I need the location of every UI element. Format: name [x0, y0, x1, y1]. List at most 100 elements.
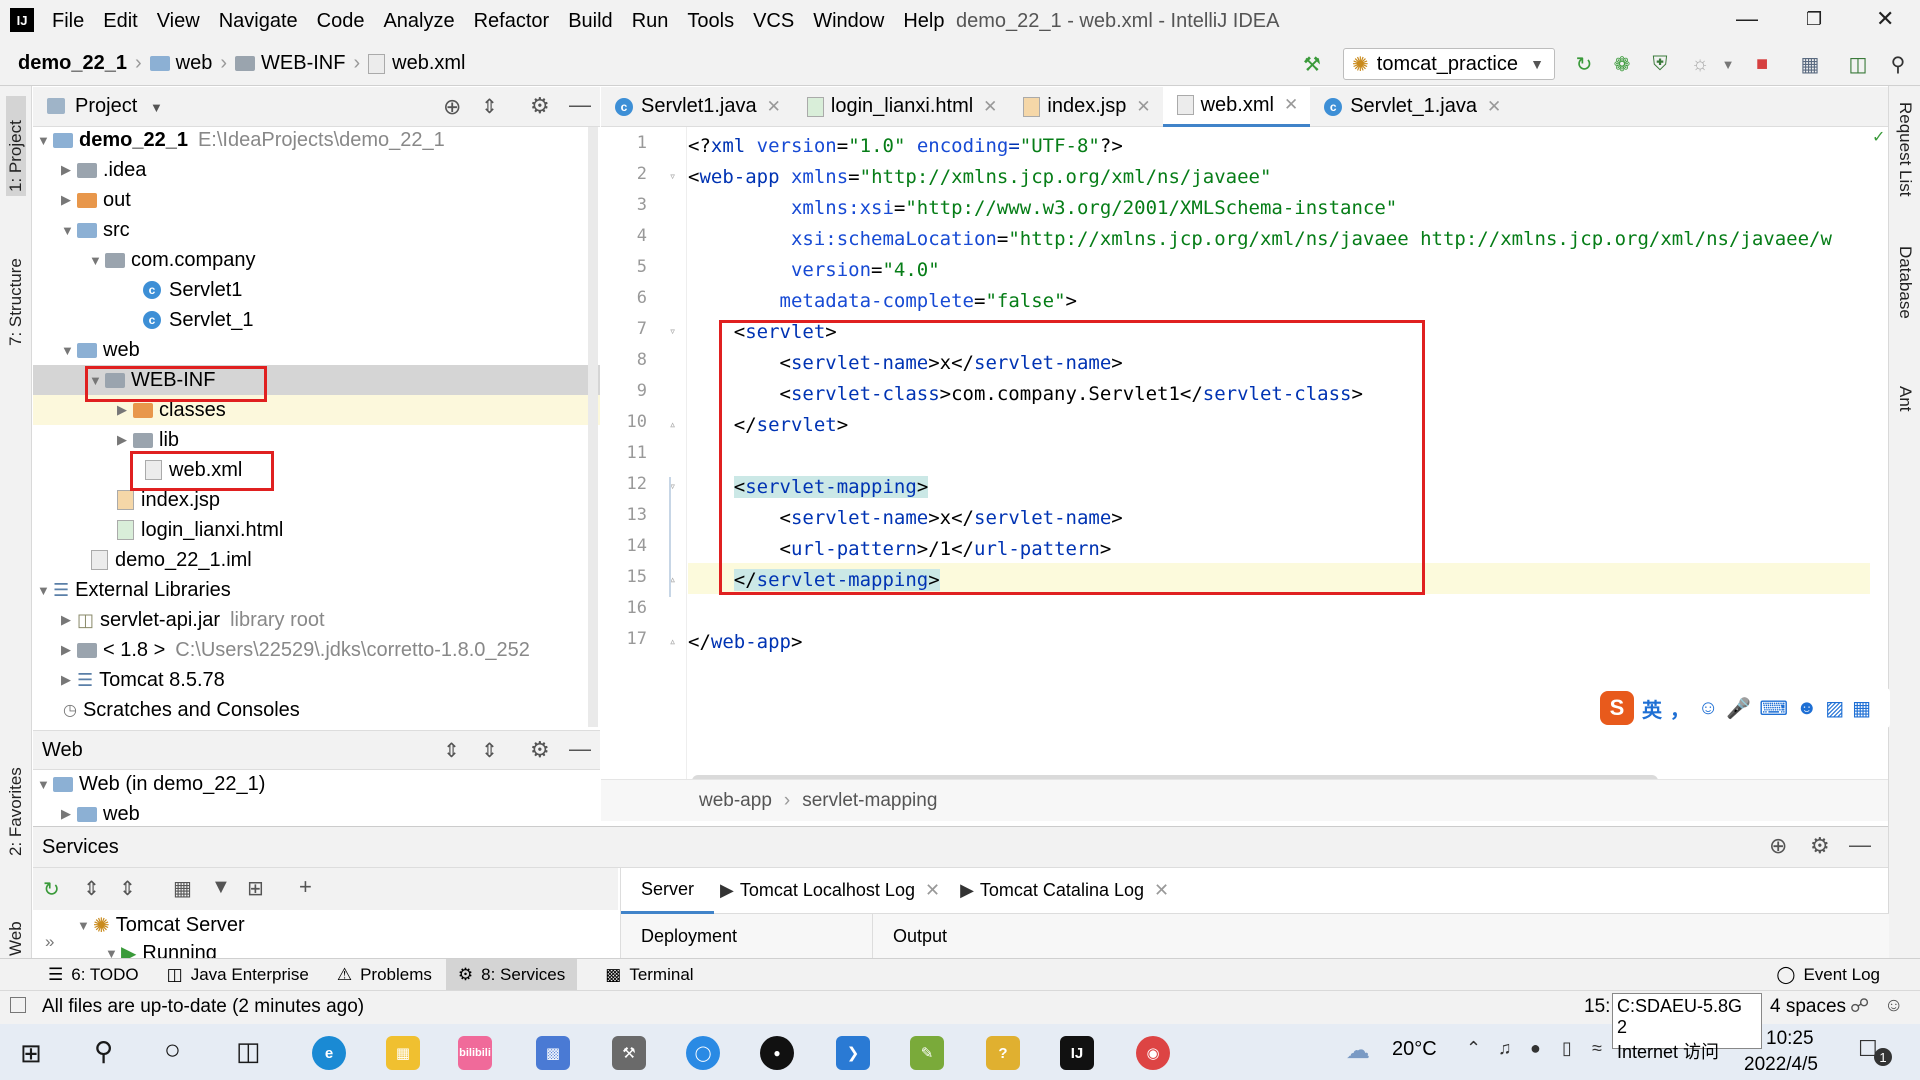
app-window-icon[interactable]: ▩: [536, 1036, 570, 1070]
ant-tool-button[interactable]: Ant: [1895, 386, 1915, 412]
gear-icon[interactable]: ⚙: [530, 93, 550, 119]
lock-icon[interactable]: ☍: [1850, 995, 1869, 1018]
code-line[interactable]: <url-pattern>/1</url-pattern>: [688, 534, 1112, 565]
fold-marker-icon[interactable]: ▿: [669, 169, 676, 183]
collapse-all-icon[interactable]: ⇕: [481, 94, 498, 119]
code-line[interactable]: </web-app>: [688, 627, 802, 658]
coverage-icon[interactable]: ⛨: [1648, 52, 1672, 76]
tab-tomcat-catalina-log[interactable]: Tomcat Catalina Log: [980, 880, 1144, 901]
crumb-web-app[interactable]: web-app: [699, 790, 772, 812]
web-tool-button[interactable]: Web: [6, 876, 26, 956]
tree-node-index-jsp[interactable]: index.jsp: [117, 485, 220, 515]
problems-tool-button[interactable]: ⚠ Problems: [337, 965, 432, 985]
code-line[interactable]: <web-app xmlns="http://xmlns.jcp.org/xml…: [688, 162, 1271, 193]
menu-tools[interactable]: Tools: [687, 10, 734, 33]
help-icon[interactable]: ?: [986, 1036, 1020, 1070]
chevron-down-icon[interactable]: ▼: [1716, 52, 1740, 76]
ime-language-toggle[interactable]: 英: [1642, 694, 1662, 723]
minimize-icon[interactable]: —: [1736, 6, 1758, 32]
close-tab-icon[interactable]: ✕: [983, 97, 997, 117]
code-line[interactable]: <servlet>: [688, 317, 837, 348]
bilibili-icon[interactable]: bilibili: [458, 1036, 492, 1070]
collapse-all-icon[interactable]: ⇕: [481, 738, 498, 763]
tree-node-out[interactable]: ▶ out: [61, 185, 131, 215]
services-window-icon[interactable]: ◫: [1846, 52, 1870, 76]
tab-server[interactable]: Server: [621, 868, 715, 914]
emoji-icon[interactable]: ☺: [1698, 697, 1718, 720]
debug-bug-icon[interactable]: ❁: [1610, 52, 1634, 76]
close-tab-icon[interactable]: ✕: [1487, 97, 1501, 117]
fold-marker-icon[interactable]: ▵: [669, 634, 676, 648]
request-list-tool-button[interactable]: Request List: [1895, 102, 1915, 197]
crumb-servlet-mapping[interactable]: servlet-mapping: [802, 790, 937, 812]
inspector-icon[interactable]: ☺: [1884, 995, 1903, 1017]
tab-login-lianxi-html[interactable]: login_lianxi.html ✕: [793, 87, 1010, 127]
crumb-web-xml[interactable]: web.xml: [392, 52, 465, 75]
battery-icon[interactable]: ▯: [1562, 1038, 1572, 1059]
user-icon[interactable]: ☻: [1796, 697, 1817, 720]
code-line[interactable]: <servlet-class>com.company.Servlet1</ser…: [688, 379, 1363, 410]
build-hammer-icon[interactable]: ⚒: [1300, 52, 1324, 76]
close-tab-icon[interactable]: ✕: [925, 880, 940, 901]
expand-all-icon[interactable]: ⇕: [83, 876, 100, 901]
tree-node-package[interactable]: ▼ com.company: [89, 245, 256, 275]
sogou-logo-icon[interactable]: S: [1600, 691, 1634, 725]
tree-node-web-xml[interactable]: web.xml: [145, 455, 242, 485]
tree-node-servlet-1[interactable]: c Servlet_1: [143, 305, 254, 335]
tree-node-jdk[interactable]: ▶ < 1.8 > C:\Users\22529\.jdks\corretto-…: [61, 635, 530, 665]
notepad-icon[interactable]: ✎: [910, 1036, 944, 1070]
restore-icon[interactable]: ❐: [1806, 9, 1822, 30]
web-tree-root[interactable]: ▼ Web (in demo_22_1): [37, 769, 265, 799]
fold-marker-icon[interactable]: ▵: [669, 417, 676, 431]
temperature[interactable]: 20°C: [1392, 1038, 1437, 1061]
clock-time[interactable]: 10:25: [1766, 1028, 1814, 1050]
tree-node-iml[interactable]: demo_22_1.iml: [91, 545, 252, 575]
intellij-idea-icon[interactable]: IJ: [1060, 1036, 1094, 1070]
tab-index-jsp[interactable]: index.jsp ✕: [1009, 87, 1162, 127]
tree-node-src[interactable]: ▼ src: [61, 215, 130, 245]
code-line[interactable]: metadata-complete="false">: [688, 286, 1077, 317]
tree-node-classes[interactable]: ▶ classes: [33, 395, 600, 425]
code-line[interactable]: <servlet-mapping>: [688, 472, 929, 503]
web-tree-web[interactable]: ▶ web: [61, 799, 140, 829]
stop-icon[interactable]: ■: [1750, 52, 1774, 76]
close-window-icon[interactable]: ✕: [1876, 6, 1894, 32]
terminal-tool-button[interactable]: ▩ Terminal: [605, 965, 693, 985]
code-editor[interactable]: <?xml version="1.0" encoding="UTF-8"?> <w…: [688, 127, 1870, 779]
favorites-tool-button[interactable]: 2: Favorites: [6, 736, 26, 856]
qq-icon[interactable]: ●: [1530, 1038, 1541, 1059]
menu-run[interactable]: Run: [632, 10, 669, 33]
todo-tool-button[interactable]: ☰ 6: TODO: [48, 965, 139, 985]
hide-panel-icon[interactable]: —: [569, 92, 591, 118]
project-view-title[interactable]: Project: [75, 95, 137, 118]
keyboard-icon[interactable]: ⌨: [1759, 696, 1788, 721]
file-explorer-icon[interactable]: ▦: [386, 1036, 420, 1070]
wifi-icon[interactable]: ≈: [1592, 1038, 1602, 1059]
tools-icon[interactable]: ⚒: [612, 1036, 646, 1070]
chevron-down-icon[interactable]: ▼: [150, 100, 163, 115]
profile-icon[interactable]: ☼: [1688, 52, 1712, 76]
structure-tool-button[interactable]: 7: Structure: [6, 226, 26, 346]
expand-all-icon[interactable]: ⇕: [443, 738, 460, 763]
task-view-icon[interactable]: ◫: [236, 1036, 261, 1067]
menu-file[interactable]: File: [52, 10, 84, 33]
close-tab-icon[interactable]: ✕: [767, 97, 781, 117]
services-tool-button[interactable]: ⚙ 8: Services: [445, 958, 578, 991]
tree-node-project-root[interactable]: ▼ demo_22_1 E:\IdeaProjects\demo_22_1: [37, 125, 445, 155]
status-toggle-icon[interactable]: [10, 997, 26, 1013]
menu-vcs[interactable]: VCS: [753, 10, 794, 33]
chevron-up-icon[interactable]: ⌃: [1466, 1038, 1481, 1059]
caret-position[interactable]: 15:: [1584, 996, 1610, 1018]
close-tab-icon[interactable]: ✕: [1154, 880, 1169, 901]
tree-node-tomcat[interactable]: ▶ ☰ Tomcat 8.5.78: [61, 665, 225, 695]
tab-servlet1-java[interactable]: c Servlet1.java ✕: [601, 87, 793, 127]
project-scrollbar[interactable]: [588, 127, 598, 727]
run-configuration-select[interactable]: ✺ tomcat_practice ▼: [1343, 48, 1555, 80]
add-service-icon[interactable]: +: [299, 874, 312, 900]
menu-analyze[interactable]: Analyze: [383, 10, 454, 33]
locate-target-icon[interactable]: ⊕: [1769, 833, 1787, 859]
code-line[interactable]: <servlet-name>x</servlet-name>: [688, 503, 1123, 534]
menu-build[interactable]: Build: [568, 10, 612, 33]
gear-icon[interactable]: ⚙: [530, 737, 550, 763]
crumb-web[interactable]: web: [176, 52, 213, 75]
